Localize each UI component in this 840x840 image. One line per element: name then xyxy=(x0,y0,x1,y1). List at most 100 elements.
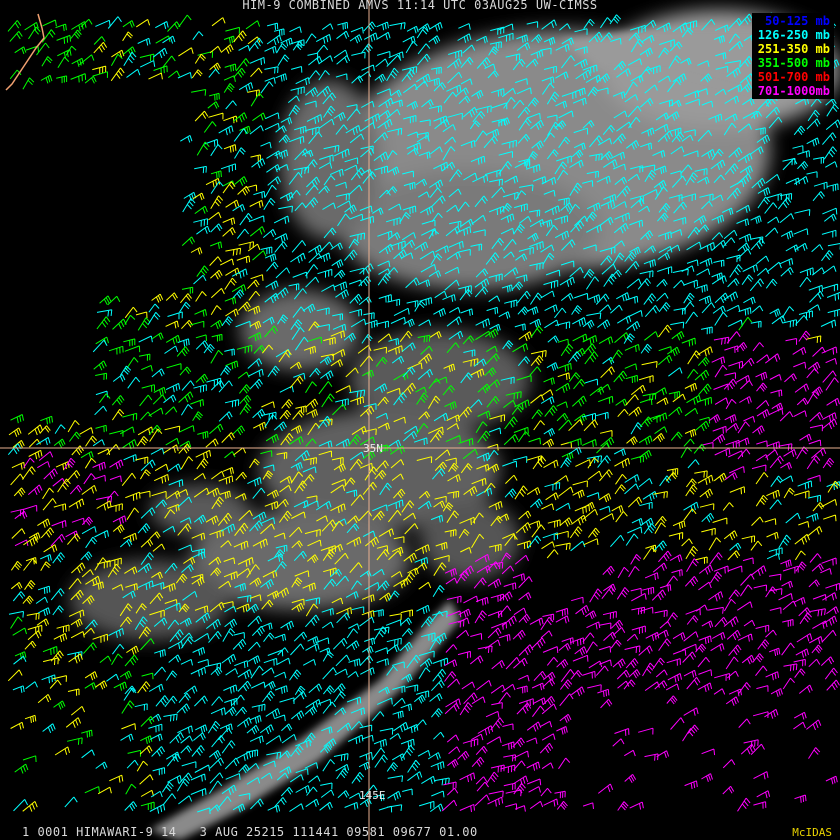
wind-barb xyxy=(700,326,713,335)
wind-barb xyxy=(248,37,264,51)
wind-barb xyxy=(7,20,22,32)
wind-barb xyxy=(796,397,809,406)
wind-barb xyxy=(560,457,572,469)
wind-barb xyxy=(191,89,207,96)
wind-barb xyxy=(308,55,323,66)
wind-barb xyxy=(292,271,308,279)
wind-barb xyxy=(195,449,212,460)
wind-barb xyxy=(793,711,807,720)
wind-barb xyxy=(808,439,822,447)
wind-barb xyxy=(13,487,26,497)
wind-barb xyxy=(769,647,781,656)
wind-barb xyxy=(503,582,517,590)
wind-barb xyxy=(359,655,374,667)
wind-barb xyxy=(389,613,402,621)
wind-barb xyxy=(583,538,599,546)
wind-barb xyxy=(261,401,275,408)
wind-barb xyxy=(152,47,168,59)
wind-barb xyxy=(750,540,763,551)
wind-barb xyxy=(163,713,178,722)
wind-barb xyxy=(684,428,697,438)
wind-barb xyxy=(598,493,612,503)
wind-barb xyxy=(806,335,822,343)
wind-barb xyxy=(92,633,108,643)
wind-barb xyxy=(194,110,209,122)
wind-barb xyxy=(41,56,53,67)
wind-barb xyxy=(71,21,87,32)
wind-barb xyxy=(683,438,695,447)
wind-barb xyxy=(784,373,797,383)
wind-barb xyxy=(305,614,320,628)
wind-barb xyxy=(516,290,531,304)
wind-barb xyxy=(223,115,238,124)
wind-barb xyxy=(221,432,235,443)
wind-barb xyxy=(541,19,557,30)
wind-barb xyxy=(274,671,287,679)
wind-barb xyxy=(500,764,516,774)
wind-barb xyxy=(542,678,556,688)
wind-barb xyxy=(470,633,483,640)
wind-barb xyxy=(726,629,741,641)
wind-barb xyxy=(766,489,780,499)
wind-barb xyxy=(627,526,643,534)
wind-barb xyxy=(52,605,64,616)
wind-barb xyxy=(431,679,445,692)
wind-barb xyxy=(225,267,240,276)
wind-barb xyxy=(22,801,38,812)
wind-barb xyxy=(725,398,737,410)
wind-barb xyxy=(681,538,693,547)
wind-barb xyxy=(687,350,701,365)
wind-barb xyxy=(793,361,807,369)
wind-barb xyxy=(70,73,87,83)
wind-barb xyxy=(540,720,553,728)
wind-barb xyxy=(701,620,714,628)
wind-barb xyxy=(756,440,768,447)
wind-barb xyxy=(123,338,136,347)
wind-barb xyxy=(210,707,226,716)
wind-barb xyxy=(264,45,277,54)
wind-barb xyxy=(765,227,779,238)
wind-barb xyxy=(261,667,275,676)
wind-barb xyxy=(181,286,194,294)
wind-barb xyxy=(358,761,371,771)
wind-barb xyxy=(644,572,659,581)
wind-barb xyxy=(279,697,295,704)
wind-barb xyxy=(757,187,771,197)
wind-barb xyxy=(99,393,111,404)
wind-barb xyxy=(628,566,640,578)
wind-barb xyxy=(793,410,807,418)
wind-barb xyxy=(672,268,689,276)
wind-barb xyxy=(794,209,811,216)
wind-barb xyxy=(42,19,57,27)
wind-barb xyxy=(806,137,820,147)
wind-barb xyxy=(84,786,100,794)
wind-barb xyxy=(657,354,673,366)
wind-barb xyxy=(825,357,837,365)
wind-barb xyxy=(629,801,644,810)
wind-barb xyxy=(460,308,474,316)
wind-barb xyxy=(181,761,197,768)
wind-barb xyxy=(280,620,294,631)
wind-barb xyxy=(122,412,138,421)
wind-barb xyxy=(574,292,589,300)
wind-barb xyxy=(587,457,600,469)
wind-barb xyxy=(260,246,273,255)
wind-barb xyxy=(793,490,810,499)
wind-barb xyxy=(208,750,221,760)
wind-barb xyxy=(220,163,237,173)
wind-barb xyxy=(322,651,334,662)
wind-barb xyxy=(27,630,42,641)
wind-barb xyxy=(225,26,240,34)
wind-barb xyxy=(630,455,644,463)
wind-barb xyxy=(630,554,642,565)
wind-barb xyxy=(822,265,837,275)
wind-barb xyxy=(570,540,586,552)
wind-barb xyxy=(643,293,657,305)
wind-barb xyxy=(781,580,793,589)
wind-barb xyxy=(597,688,610,698)
wind-barb xyxy=(107,490,119,500)
wind-barb xyxy=(43,468,58,480)
wind-barb xyxy=(597,319,611,330)
wind-barb xyxy=(626,278,642,289)
wind-barb xyxy=(543,671,556,682)
